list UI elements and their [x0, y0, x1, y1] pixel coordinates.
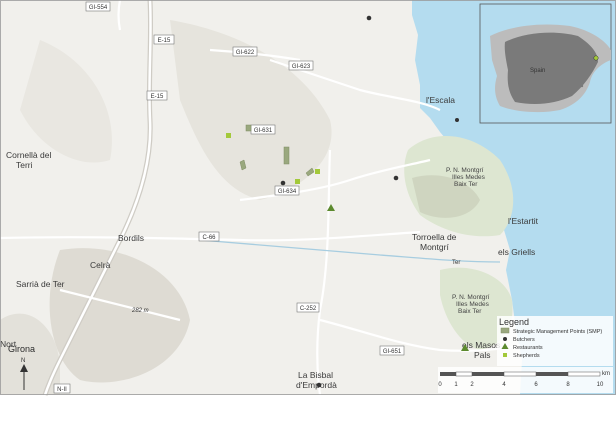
north-arrow-label: N	[21, 358, 25, 364]
butcher-point[interactable]	[455, 118, 459, 122]
legend-title: Legend	[499, 317, 529, 327]
road-label-n2: N-II	[57, 387, 67, 393]
park-label-south-line3: Baix Ter	[458, 308, 482, 315]
place-masos-line2: Pals	[474, 350, 491, 360]
scale-tick-10: 10	[597, 382, 604, 388]
park-label-north-line1: P. N. Montgrí	[446, 167, 484, 174]
place-masos-line1: els Masos	[462, 340, 500, 350]
map-canvas[interactable]: GI-554 E-15 GI-622 GI-623 E-15 GI-631 GI…	[0, 0, 616, 437]
smp-area[interactable]	[283, 146, 290, 165]
peak-label: 282 m	[131, 308, 149, 314]
place-cornella-line1: Cornellà del	[6, 150, 51, 160]
place-celra: Celrà	[90, 260, 111, 270]
butcher-point[interactable]	[366, 15, 372, 21]
road-label-gi623: GI-623	[292, 64, 311, 70]
scale-bar-background	[438, 367, 613, 393]
butcher-point[interactable]	[393, 175, 399, 181]
place-bisbal-line1: La Bisbal	[298, 370, 333, 380]
legend-symbol-shepherds	[503, 353, 507, 357]
butcher-point[interactable]	[280, 180, 286, 186]
place-cornella-line2: Terri	[16, 160, 33, 170]
road-label-gi651: GI-651	[383, 349, 402, 355]
road-label-c66: C-66	[202, 235, 216, 241]
road-label-c252: C-252	[300, 306, 317, 312]
butcher-point[interactable]	[316, 382, 322, 388]
legend: Legend Strategic Management Points (SMP)…	[497, 316, 613, 366]
park-label-north-line3: Baix Ter	[454, 181, 478, 188]
place-griells: els Griells	[498, 247, 535, 257]
scale-seg	[503, 371, 537, 377]
road-label-gi554: GI-554	[89, 5, 108, 11]
inset-island	[580, 84, 584, 88]
park-label-south-line2: Illes Medes	[456, 301, 490, 308]
inset-label-spain: Spain	[530, 68, 545, 74]
place-nort: Nort	[0, 339, 17, 349]
scale-seg	[567, 371, 601, 377]
legend-label-smp: Strategic Management Points (SMP)	[513, 329, 602, 335]
scale-seg	[455, 371, 473, 377]
inset-study-area-marker	[593, 55, 599, 61]
legend-label-shepherds: Shepherds	[513, 353, 540, 359]
shepherd-point[interactable]	[295, 179, 300, 184]
road-label-e15-north: E-15	[158, 38, 171, 44]
inset-island	[573, 88, 577, 92]
scale-seg	[536, 372, 568, 376]
place-sarria: Sarrià de Ter	[16, 279, 65, 289]
scale-bar: km 0 1 2 4 6 8 10	[438, 367, 613, 393]
place-bordils: Bordils	[118, 233, 144, 243]
road-label-gi622: GI-622	[236, 50, 255, 56]
shepherd-point[interactable]	[226, 133, 231, 138]
legend-symbol-smp	[500, 327, 510, 334]
scale-unit: km	[602, 371, 610, 377]
shepherd-point[interactable]	[315, 169, 320, 174]
park-label-north-line2: Illes Medes	[452, 174, 486, 181]
legend-label-restaurants: Restaurants	[513, 345, 543, 351]
place-torroella-line1: Torroella de	[412, 232, 457, 242]
place-bisbal-line2: d'Empordà	[296, 380, 337, 390]
inset-map: Spain	[479, 3, 612, 124]
road-label-gi631: GI-631	[254, 128, 273, 134]
scale-seg	[440, 372, 456, 376]
place-estartit: l'Estartit	[508, 216, 539, 226]
road-label-gi634: GI-634	[278, 189, 297, 195]
park-label-south-line1: P. N. Montgrí	[452, 294, 490, 301]
scale-seg	[472, 372, 504, 376]
river-label: Ter	[452, 260, 460, 266]
place-lescala: l'Escala	[426, 95, 455, 105]
road-label-e15-south: E-15	[151, 94, 164, 100]
legend-label-butchers: Butchers	[513, 337, 535, 343]
smp-area[interactable]	[245, 124, 252, 132]
place-torroella-line2: Montgrí	[420, 242, 449, 252]
legend-symbol-butchers	[503, 337, 507, 341]
